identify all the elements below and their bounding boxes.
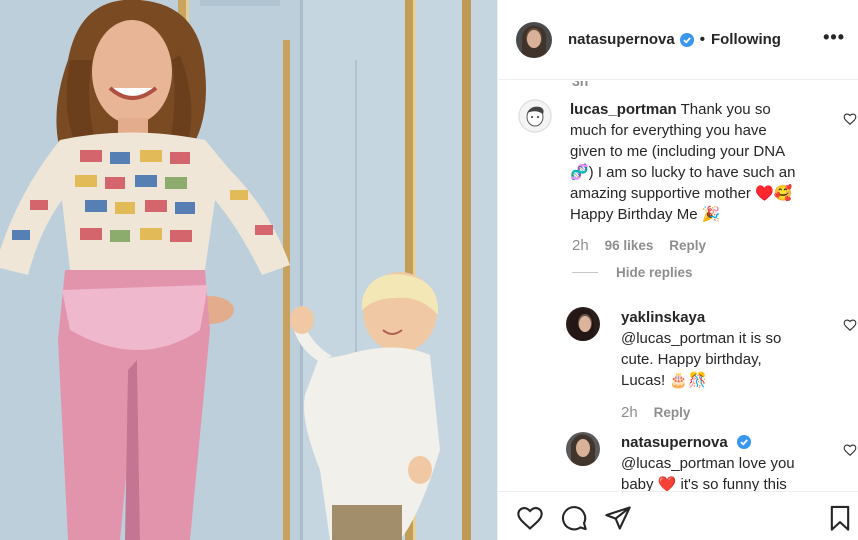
reply-username[interactable]: yaklinskaya xyxy=(621,307,781,328)
like-reply-heart-icon[interactable] xyxy=(843,443,857,457)
post-photo[interactable] xyxy=(0,0,497,540)
hide-replies-line xyxy=(572,272,598,273)
post-header: natasupernova • Following ••• xyxy=(498,0,858,80)
reply-item: natasupernova @lucas_portman love you ba… xyxy=(566,432,846,491)
more-options-icon[interactable]: ••• xyxy=(823,27,845,48)
reply-username[interactable]: natasupernova xyxy=(621,434,728,451)
reply-reply-button[interactable]: Reply xyxy=(654,405,691,420)
reply-time: 2h xyxy=(621,404,638,421)
reply-avatar[interactable] xyxy=(566,432,600,466)
author-avatar[interactable] xyxy=(516,21,552,58)
following-button[interactable]: Following xyxy=(711,31,781,48)
verified-badge-icon xyxy=(736,435,751,449)
heart-icon[interactable] xyxy=(516,504,544,532)
separator-dot: • xyxy=(699,31,705,48)
hide-replies-button[interactable]: Hide replies xyxy=(572,265,693,280)
photo-illustration xyxy=(0,0,497,540)
verified-badge-icon xyxy=(679,32,694,47)
comment-text: lucas_portman Thank you so much for ever… xyxy=(570,101,796,223)
reply-item: yaklinskaya @lucas_portman it is so cute… xyxy=(566,307,846,391)
commenter-username[interactable]: lucas_portman xyxy=(570,101,677,118)
post-actions xyxy=(498,491,858,540)
bookmark-icon[interactable] xyxy=(826,504,854,532)
comment-item: lucas_portman Thank you so much for ever… xyxy=(518,99,818,225)
share-icon[interactable] xyxy=(604,504,632,532)
post-side-panel: natasupernova • Following ••• 3h lucas_p… xyxy=(497,0,858,540)
like-reply-heart-icon[interactable] xyxy=(843,318,857,332)
previous-comment-time: 3h xyxy=(572,81,589,89)
like-comment-heart-icon[interactable] xyxy=(843,112,857,126)
author-username[interactable]: natasupernova xyxy=(568,31,675,48)
reply-avatar[interactable] xyxy=(566,307,600,341)
comments-list[interactable]: 3h lucas_portman Thank you so much for e… xyxy=(498,81,858,491)
comment-icon[interactable] xyxy=(560,504,588,532)
reply-text: @lucas_portman love you baby ❤️ it's so … xyxy=(621,455,795,491)
reply-text: @lucas_portman it is so cute. Happy birt… xyxy=(621,330,782,389)
comment-time: 2h xyxy=(572,237,589,254)
comment-likes[interactable]: 96 likes xyxy=(605,238,654,253)
reply-button[interactable]: Reply xyxy=(669,238,706,253)
reply-meta: 2h Reply xyxy=(621,404,702,421)
comment-meta: 2h 96 likes Reply xyxy=(572,237,718,254)
commenter-avatar[interactable] xyxy=(518,99,552,133)
